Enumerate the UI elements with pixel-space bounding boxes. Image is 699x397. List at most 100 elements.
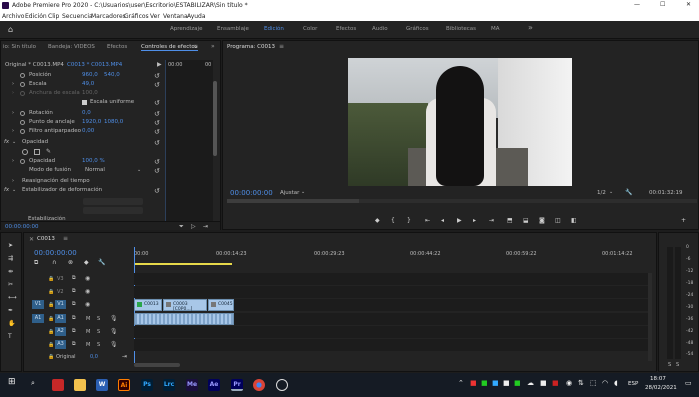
param-value[interactable]: 1920,0 — [82, 119, 101, 125]
expand-arrow-icon[interactable]: › — [12, 81, 14, 87]
track-lane[interactable] — [134, 326, 649, 338]
fx-icon[interactable]: fx — [4, 139, 9, 145]
pen-tool-icon[interactable]: ✒ — [8, 307, 13, 314]
solo-right-button[interactable]: S — [676, 362, 679, 368]
timeline-scrollbar[interactable] — [134, 363, 180, 367]
go-to-out-icon[interactable]: ⇥ — [489, 217, 494, 224]
mark-in-icon[interactable]: { — [391, 217, 395, 224]
time-ruler[interactable]: 00:00 00:00:14:23 00:00:29:23 00:00:44:2… — [134, 249, 652, 265]
tray-app-icon[interactable]: ■ — [514, 379, 521, 387]
track-lane[interactable] — [134, 273, 649, 285]
tab-effects[interactable]: Efectos — [107, 44, 127, 50]
wrench-icon[interactable]: 🔧 — [625, 189, 632, 196]
premiere-icon[interactable]: Pr — [231, 379, 243, 391]
chrome-icon[interactable] — [253, 379, 265, 391]
solo-button[interactable]: S — [97, 316, 100, 322]
tab-effect-controls[interactable]: Controles de efectos — [141, 44, 198, 51]
param-value[interactable]: 960,0 — [82, 72, 98, 78]
mark-out-icon[interactable]: } — [407, 217, 411, 224]
video-clip[interactable]: C0045 — [208, 299, 234, 311]
tray-app-icon[interactable]: ■ — [540, 379, 547, 387]
keyframe-toggle-icon[interactable] — [20, 129, 25, 134]
clock-date[interactable]: 28/02/2021 — [645, 385, 677, 391]
fit-dropdown[interactable]: Ajustar — [280, 190, 299, 196]
snap-icon[interactable]: ∩ — [52, 259, 56, 266]
audio-clip[interactable] — [134, 313, 234, 325]
nest-icon[interactable]: ⧉ — [34, 259, 38, 267]
param-value[interactable]: 49,0 — [82, 81, 94, 87]
param-value[interactable]: 100,0 % — [82, 158, 105, 164]
ripple-edit-icon[interactable]: ⇹ — [8, 268, 13, 275]
camera-icon[interactable]: ◙ — [539, 217, 545, 224]
expand-arrow-icon[interactable]: › — [12, 178, 14, 184]
effects-scrollbar[interactable] — [213, 81, 217, 156]
uniform-scale-checkbox[interactable] — [82, 100, 87, 105]
lock-icon[interactable]: 🔒 — [48, 276, 54, 282]
lightroom-icon[interactable]: Lrc — [163, 379, 175, 391]
timeline-timecode[interactable]: 00:00:00:00 — [34, 249, 77, 257]
video-clip[interactable]: C0013 — [134, 299, 162, 311]
microphone-icon[interactable]: 🎙 — [110, 315, 118, 322]
menu-graficos[interactable]: Gráficos — [124, 13, 149, 20]
mute-button[interactable]: M — [86, 342, 90, 348]
clock-app-icon[interactable] — [276, 379, 288, 391]
keyframe-toggle-icon[interactable] — [20, 120, 25, 125]
source-clip-label[interactable]: Original * C0013.MP4 — [5, 62, 64, 68]
photoshop-icon[interactable]: Ps — [141, 379, 153, 391]
tray-app-icon[interactable]: ⬚ — [590, 379, 597, 387]
linked-selection-icon[interactable]: ⊗ — [68, 259, 73, 266]
ellipse-mask-icon[interactable] — [22, 149, 28, 155]
language-indicator[interactable]: ESP — [628, 381, 638, 387]
windows-start-icon[interactable]: ⊞ — [8, 377, 16, 387]
close-icon[interactable]: ✕ — [29, 236, 34, 243]
chevron-down-icon[interactable]: ⌄ — [137, 167, 141, 173]
menu-clip[interactable]: Clip — [48, 13, 59, 20]
volume-icon[interactable]: ◖ — [614, 379, 618, 387]
microphone-icon[interactable]: 🎙 — [110, 341, 118, 348]
menu-edicion[interactable]: Edición — [25, 13, 47, 20]
video-clip[interactable]: C0003 [C0P0...] — [163, 299, 207, 312]
track-label[interactable]: V2 — [57, 289, 64, 295]
extract-icon[interactable]: ⬓ — [523, 217, 529, 224]
word-icon[interactable]: W — [96, 379, 108, 391]
tab-bin[interactable]: Bandeja: VIDEOS — [48, 44, 95, 50]
eye-icon[interactable]: ◉ — [85, 288, 90, 295]
lock-icon[interactable]: 🔒 — [48, 316, 54, 322]
param-value[interactable]: 0,00 — [82, 128, 94, 134]
timeline-vscroll[interactable] — [648, 273, 652, 361]
param-value[interactable]: 540,0 — [104, 72, 120, 78]
toggle-sync-icon[interactable]: ⧉ — [72, 341, 76, 347]
eye-icon[interactable]: ◉ — [85, 275, 90, 282]
track-label[interactable]: A2 — [55, 327, 66, 336]
program-timecode[interactable]: 00:00:00:00 — [230, 189, 273, 197]
fx-icon[interactable]: fx — [4, 187, 9, 193]
sequence-clip-dropdown[interactable]: C0013 * C0013.MP4 — [67, 62, 122, 68]
menu-secuencia[interactable]: Secuencia — [62, 13, 93, 20]
export-icon[interactable]: ⇥ — [203, 223, 208, 230]
analyze-button[interactable] — [83, 198, 143, 205]
lift-icon[interactable]: ⬒ — [507, 217, 513, 224]
track-label[interactable]: A3 — [55, 340, 66, 349]
menu-archivo[interactable]: Archivo — [2, 13, 24, 20]
chevron-down-icon[interactable]: ⌄ — [301, 189, 305, 195]
play-button-icon[interactable]: ▶ — [457, 217, 462, 224]
lock-icon[interactable]: 🔒 — [48, 354, 54, 360]
minimize-button[interactable]: — — [634, 1, 640, 8]
quality-dropdown[interactable]: 1/2 — [597, 190, 606, 196]
effects-timecode[interactable]: 00:00:00:00 — [5, 224, 39, 230]
close-button[interactable]: ✕ — [686, 1, 691, 8]
add-marker-icon[interactable]: ◆ — [375, 217, 380, 224]
razor-tool-icon[interactable]: ✂ — [8, 281, 13, 288]
panel-menu-icon[interactable]: ≡ — [63, 235, 68, 242]
workspace-more-button[interactable]: » — [528, 23, 533, 32]
toggle-sync-icon[interactable]: ⧉ — [72, 275, 76, 281]
mute-button[interactable]: M — [86, 316, 90, 322]
lock-icon[interactable]: 🔒 — [48, 342, 54, 348]
home-icon[interactable]: ⌂ — [8, 25, 13, 34]
toggle-sync-icon[interactable]: ⧉ — [72, 301, 76, 307]
filter-icon[interactable]: ⏷ — [179, 223, 184, 231]
workspace-tab-edicion[interactable]: Edición — [264, 26, 284, 32]
lock-icon[interactable]: 🔒 — [48, 289, 54, 295]
tray-app-icon[interactable]: ■ — [492, 379, 499, 387]
add-marker-icon[interactable]: ◆ — [84, 259, 89, 266]
